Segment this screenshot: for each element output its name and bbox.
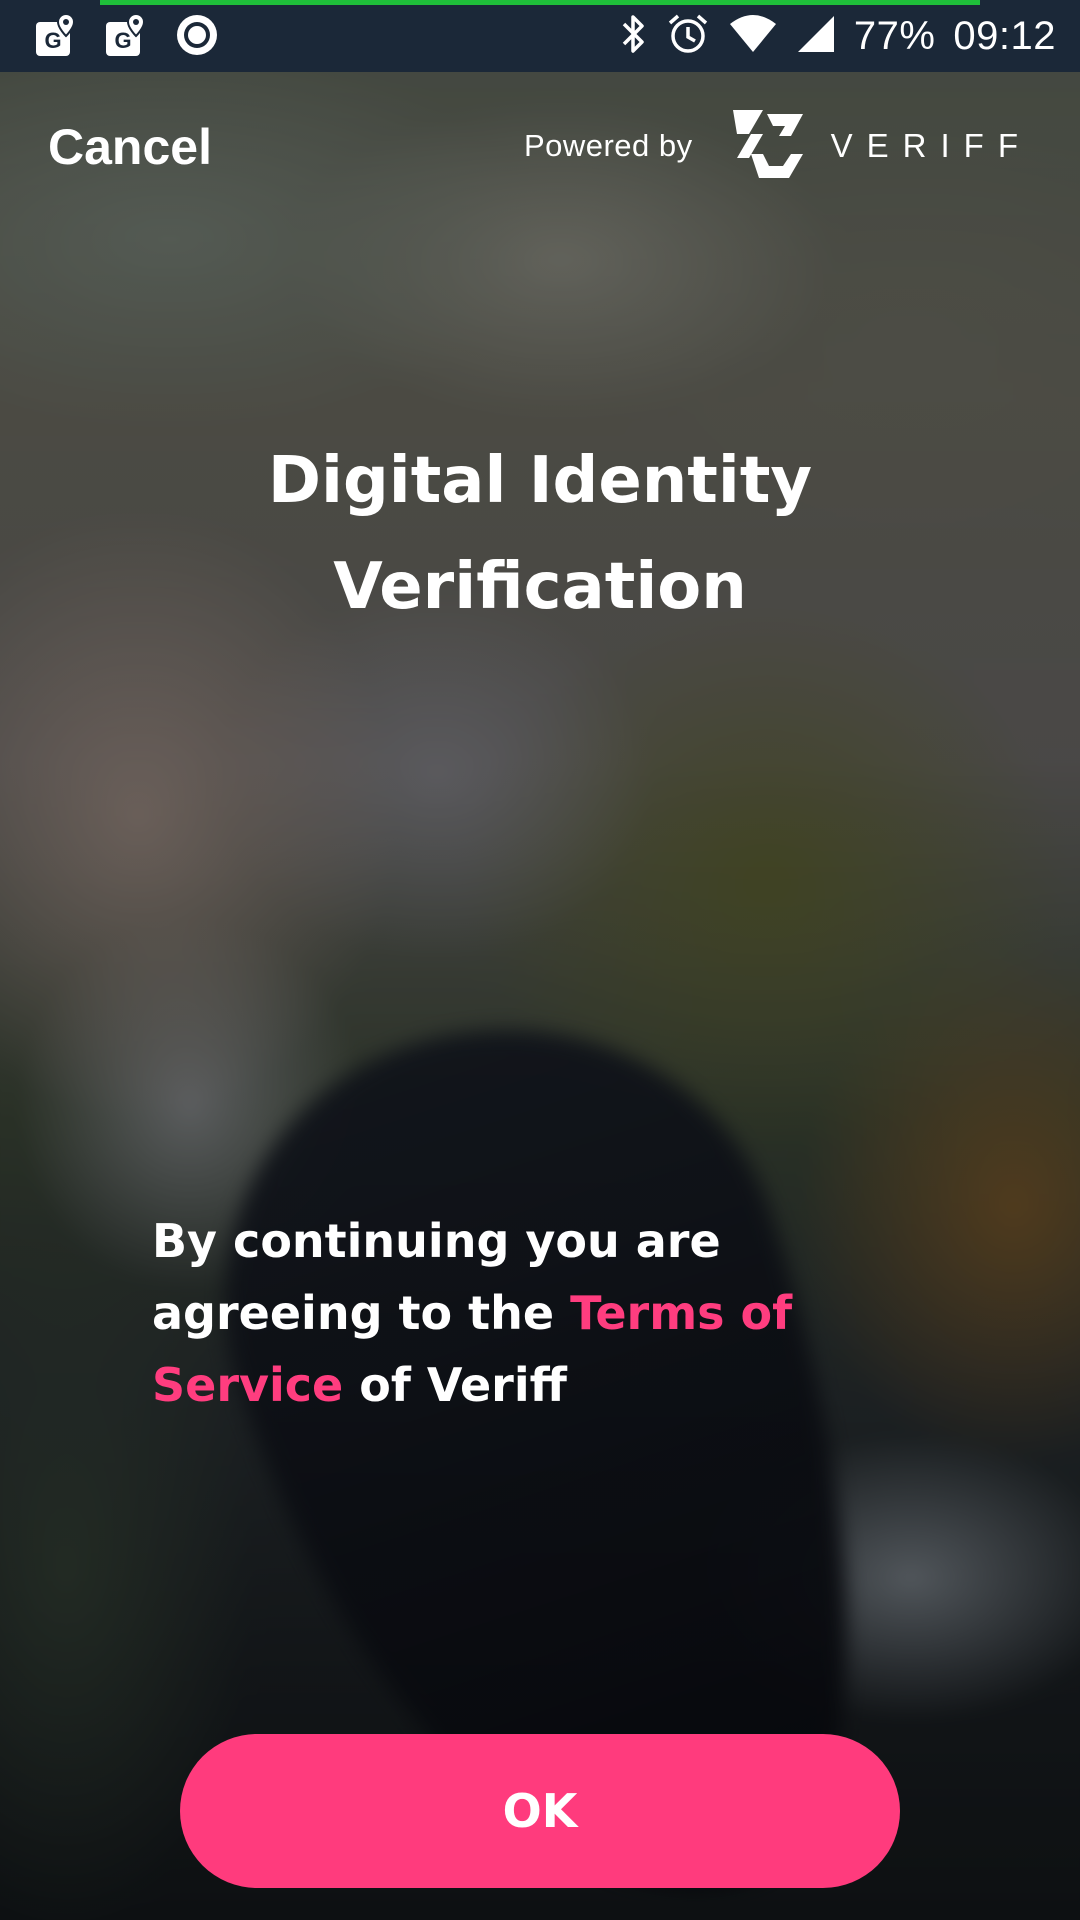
record-icon <box>174 12 217 58</box>
page-title-line-1: Digital Identity <box>267 444 813 518</box>
status-bar: G G 77% 09:12 <box>0 0 1080 72</box>
alarm-icon <box>666 12 710 60</box>
svg-text:G: G <box>44 28 61 53</box>
powered-by-veriff: Powered by VERIFF <box>524 104 1032 188</box>
maps-g-icon: G <box>34 12 76 58</box>
powered-by-label: Powered by <box>523 128 693 163</box>
terms-agreement-text: By continuing you are agreeing to the Te… <box>152 1205 952 1421</box>
notification-icons: G G <box>34 12 217 58</box>
svg-text:G: G <box>114 28 131 53</box>
veriff-brand-name: VERIFF <box>830 127 1032 164</box>
background-overlay <box>0 0 1080 1920</box>
battery-level: 77% <box>853 13 936 58</box>
system-indicators: 77% 09:12 <box>618 10 1056 62</box>
veriff-logo-icon <box>719 104 805 188</box>
wifi-icon <box>728 14 778 58</box>
cancel-button[interactable]: Cancel <box>48 118 212 176</box>
bluetooth-icon <box>618 12 648 60</box>
loading-progress-line <box>100 0 980 5</box>
maps-g-icon: G <box>104 12 146 58</box>
agreement-suffix: of Veriff <box>359 1358 567 1412</box>
clock-time: 09:12 <box>953 13 1056 58</box>
page-title: Digital Identity Verification <box>140 428 940 640</box>
ok-button[interactable]: OK <box>180 1734 900 1888</box>
page-title-line-2: Verification <box>333 550 747 624</box>
signal-icon <box>796 14 836 58</box>
